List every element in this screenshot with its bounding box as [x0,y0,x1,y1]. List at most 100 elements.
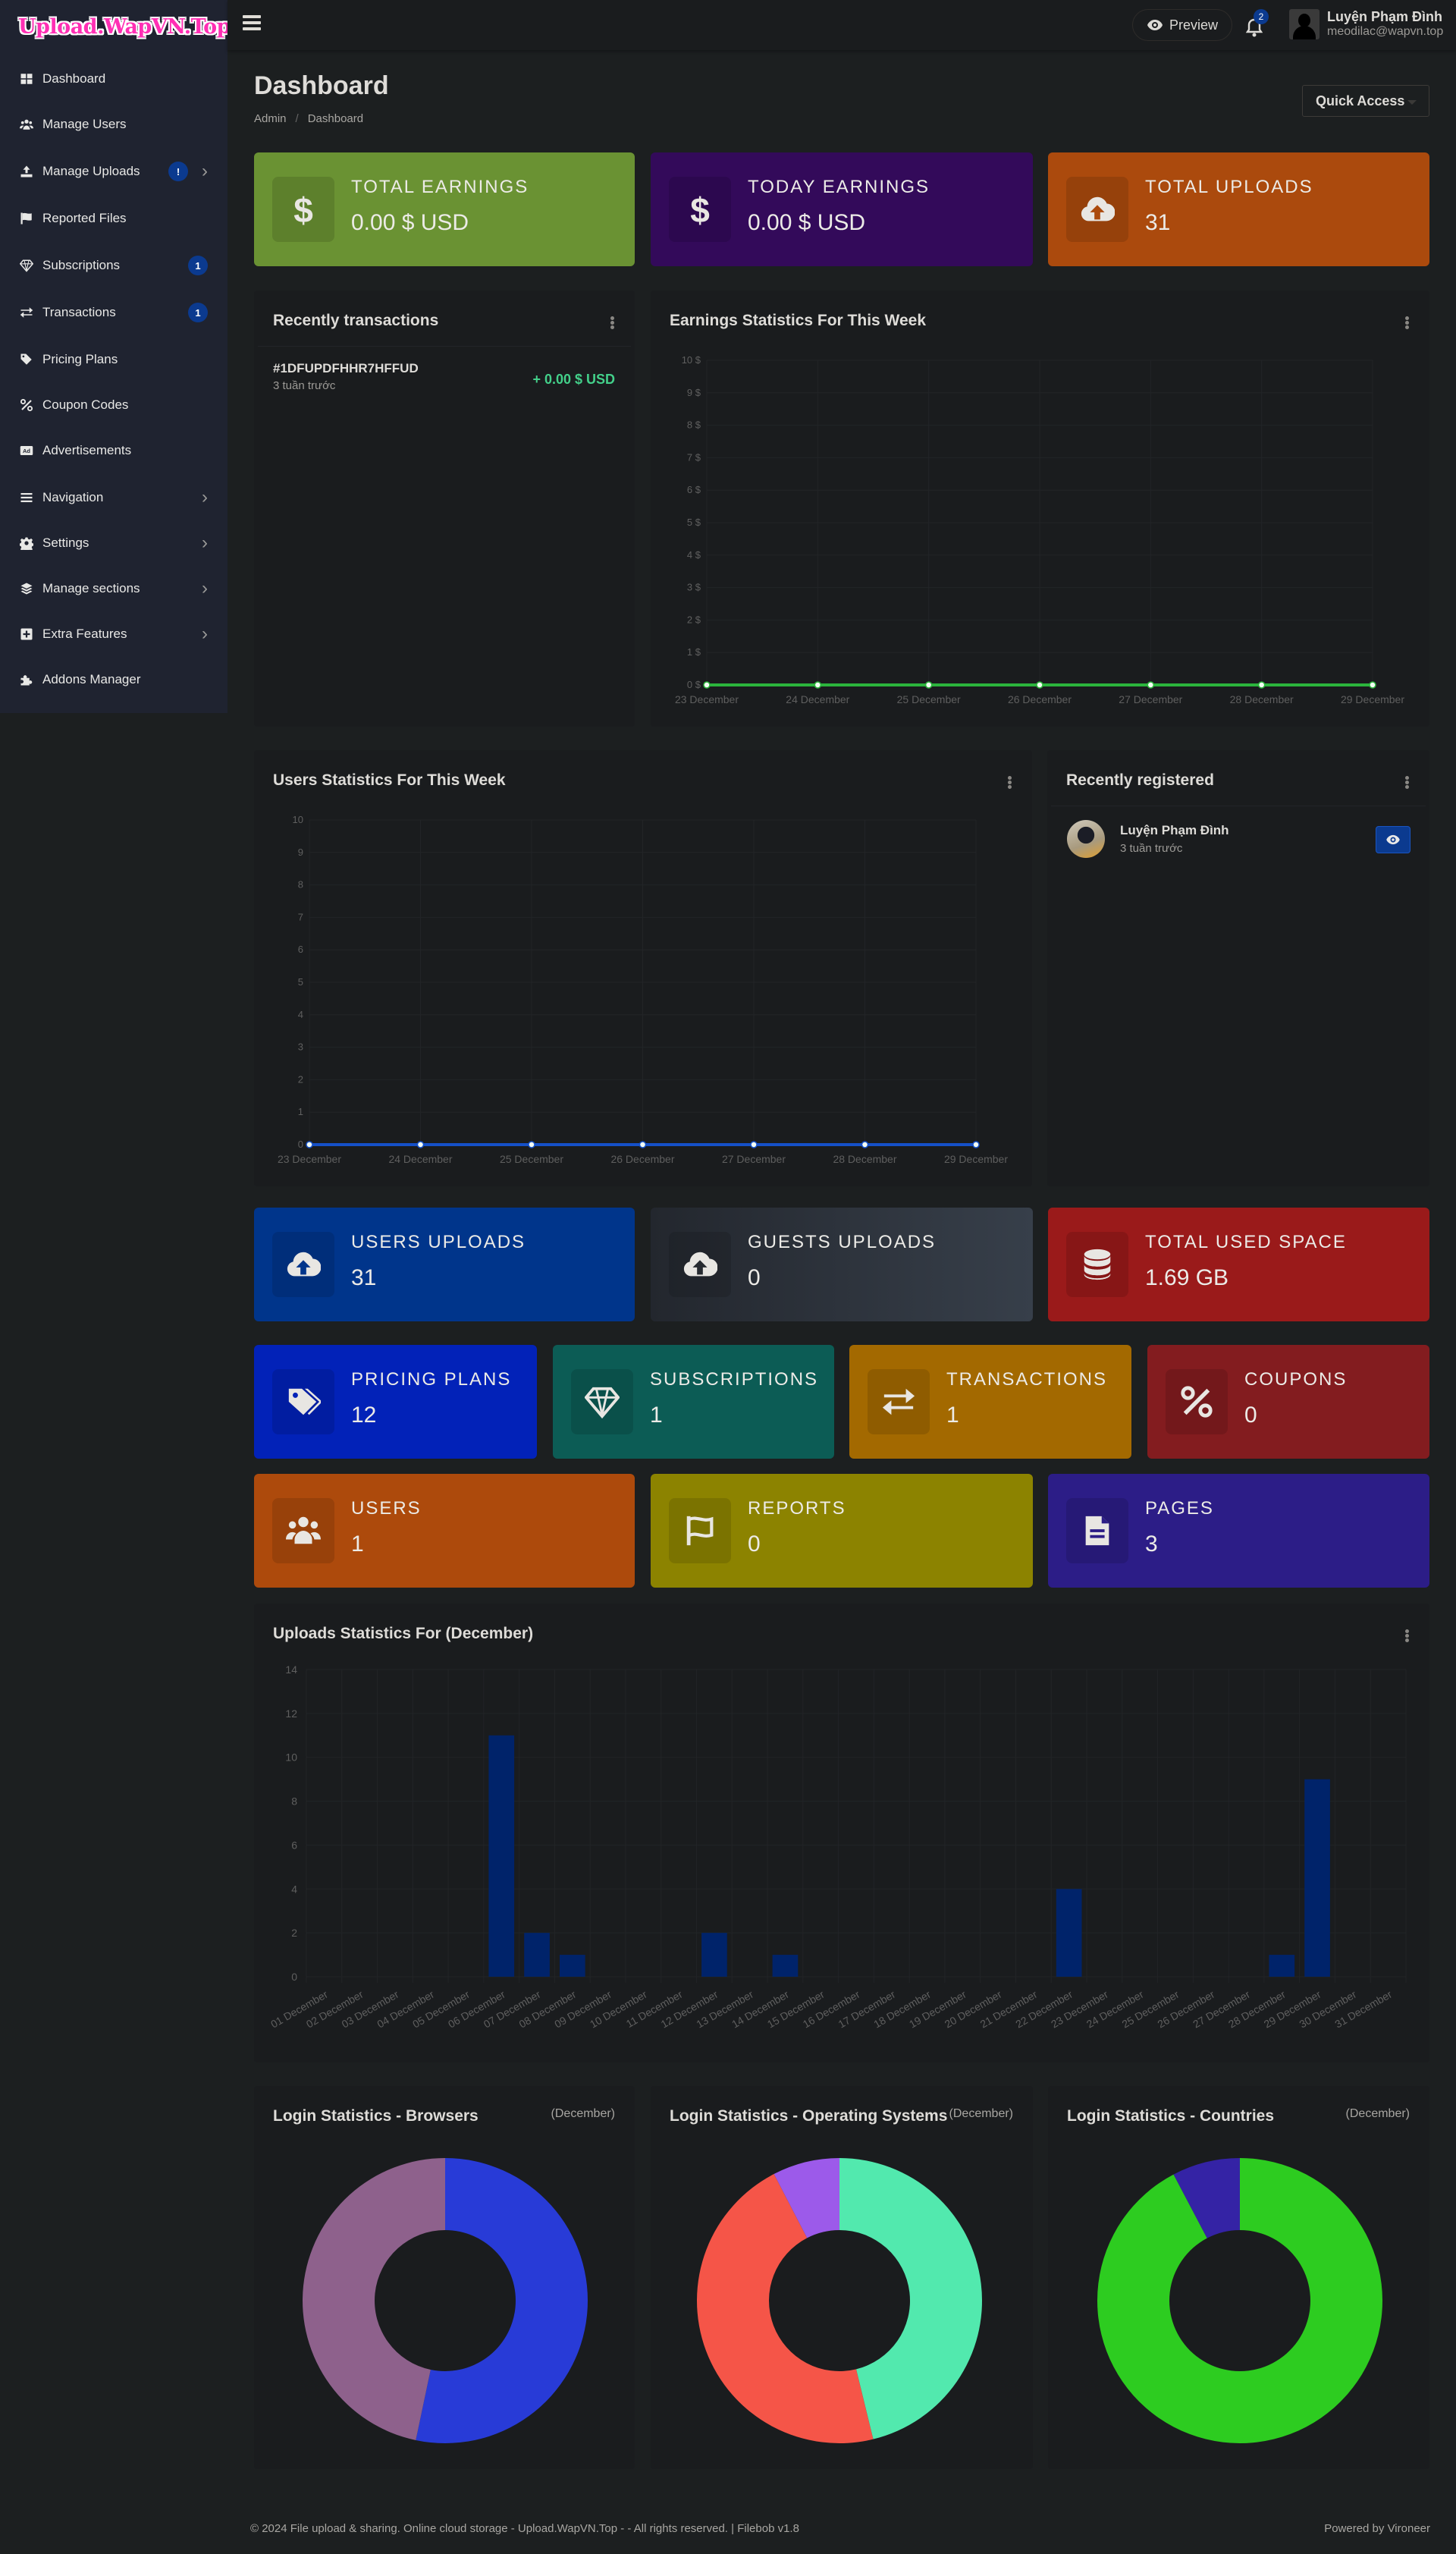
bar[interactable] [1304,1779,1330,1977]
bar[interactable] [488,1735,515,1977]
sidebar-item-manage-users[interactable]: Manage Users [0,102,228,147]
bar[interactable] [1056,1889,1082,1977]
sidebar-item-manage-sections[interactable]: Manage sections › [0,566,228,611]
stat-card-users-uploads[interactable]: USERS UPLOADS 31 [254,1208,635,1321]
quick-access-dropdown[interactable]: Quick Access [1302,85,1429,117]
sidebar-badge: 1 [188,303,208,322]
sidebar-item-transactions[interactable]: Transactions 1 [0,290,228,335]
stat-card-total-used-space[interactable]: TOTAL USED SPACE 1.69 GB [1048,1208,1429,1321]
logo[interactable]: Upload.WapVN.Top [0,0,231,53]
logo-text: Upload.WapVN.Top [18,14,231,39]
sidebar-item-settings[interactable]: Settings › [0,520,228,566]
dollar-icon: $ [272,177,334,242]
sidebar-item-label: Addons Manager [42,672,141,686]
stat-value: 1 [650,1403,663,1428]
stat-label: TOTAL UPLOADS [1145,177,1313,197]
menu-toggle-icon[interactable] [243,15,261,30]
data-point[interactable] [924,681,933,689]
stat-card-total-earnings[interactable]: $ TOTAL EARNINGS 0.00 $ USD [254,152,635,266]
stat-card-subscriptions[interactable]: SUBSCRIPTIONS 1 [553,1345,834,1459]
y-tick-label: 2 [291,1927,297,1939]
data-point[interactable] [528,1141,535,1148]
bar[interactable] [524,1933,550,1977]
stat-value: 31 [351,1265,377,1290]
view-user-button[interactable] [1376,826,1410,853]
data-point[interactable] [1369,681,1376,689]
y-tick-label: 6 $ [687,484,701,495]
data-point[interactable] [861,1141,869,1148]
y-tick-label: 4 [298,1009,303,1020]
sidebar-item-reported-files[interactable]: Reported Files [0,196,228,241]
sidebar-item-subscriptions[interactable]: Subscriptions 1 [0,243,228,288]
bar[interactable] [1269,1955,1295,1977]
sidebar-item-coupon-codes[interactable]: Coupon Codes [0,382,228,428]
donut-slice[interactable] [303,2158,445,2440]
chevron-right-icon: › [202,532,208,553]
footer-powered-by[interactable]: Powered by Vironeer [1324,2522,1430,2535]
transaction-item[interactable]: #1DFUPDFHHR7HFFUD 3 tuần trước + 0.00 $ … [273,361,615,399]
sidebar-item-label: Settings [42,536,89,550]
stat-card-transactions[interactable]: TRANSACTIONS 1 [849,1345,1131,1459]
sidebar-item-extra-features[interactable]: Extra Features › [0,611,228,657]
svg-text:$: $ [690,192,710,227]
stat-value: 12 [351,1403,377,1428]
notifications-button[interactable]: 2 [1246,9,1269,37]
stat-value: 1 [351,1531,364,1557]
exchange-icon [18,306,35,319]
y-tick-label: 7 $ [687,451,701,463]
stat-card-total-uploads[interactable]: TOTAL UPLOADS 31 [1048,152,1429,266]
users-icon [18,118,35,131]
user-menu[interactable]: Luyện Phạm Đình meodilac@wapvn.top [1289,9,1443,39]
stat-label: GUESTS UPLOADS [748,1232,937,1252]
sidebar-item-advertisements[interactable]: Ad Advertisements [0,428,228,473]
sidebar-item-dashboard[interactable]: Dashboard [0,56,228,102]
sidebar-item-addons-manager[interactable]: Addons Manager [0,657,228,702]
preview-button[interactable]: Preview [1132,9,1232,41]
breadcrumb-admin[interactable]: Admin [254,112,287,125]
more-vert-icon[interactable] [1405,776,1410,790]
stat-card-coupons[interactable]: COUPONS 0 [1147,1345,1429,1459]
data-point[interactable] [1257,681,1266,689]
data-point[interactable] [703,681,711,689]
bar[interactable] [559,1955,585,1977]
stat-card-pages[interactable]: PAGES 3 [1048,1474,1429,1588]
flag-outline-icon [669,1498,731,1563]
stat-card-users[interactable]: USERS 1 [254,1474,635,1588]
data-point[interactable] [814,681,822,689]
sidebar-item-manage-uploads[interactable]: Manage Uploads! › [0,149,228,194]
bar[interactable] [701,1933,727,1977]
stat-label: USERS UPLOADS [351,1232,526,1252]
preview-label: Preview [1169,17,1219,33]
sidebar-item-label: Advertisements [42,443,132,457]
data-point[interactable] [750,1141,758,1148]
sidebar-item-label: Subscriptions [42,258,121,272]
x-tick-label: 29 December [1341,693,1404,705]
data-point[interactable] [416,1141,425,1148]
eye-icon [1386,834,1400,845]
stat-card-pricing-plans[interactable]: PRICING PLANS 12 [254,1345,537,1459]
sidebar-item-navigation[interactable]: Navigation › [0,475,228,520]
stat-card-guests-uploads[interactable]: GUESTS UPLOADS 0 [651,1208,1033,1321]
layers-icon [18,582,35,595]
stat-card-reports[interactable]: REPORTS 0 [651,1474,1033,1588]
data-point[interactable] [639,1141,647,1148]
stat-label: TOTAL USED SPACE [1145,1232,1347,1252]
file-icon [1066,1498,1128,1563]
data-point[interactable] [1147,681,1155,689]
chevron-right-icon: › [202,624,208,644]
data-point[interactable] [1036,681,1043,689]
y-tick-label: 10 [285,1751,297,1764]
bar[interactable] [772,1955,799,1977]
tags-icon [18,353,35,366]
registered-user-time: 3 tuần trước [1120,842,1183,855]
data-point[interactable] [306,1141,313,1148]
gem-icon [18,259,35,272]
more-vert-icon[interactable] [610,316,615,330]
y-tick-label: 1 [298,1106,303,1117]
data-point[interactable] [972,1141,980,1148]
sidebar-item-pricing-plans[interactable]: Pricing Plans [0,337,228,382]
user-email: meodilac@wapvn.top [1327,25,1444,38]
stat-card-today-earnings[interactable]: $ TODAY EARNINGS 0.00 $ USD [651,152,1033,266]
uploads-chart-card: Uploads Statistics For (December) 024681… [254,1604,1429,2062]
y-tick-label: 5 $ [687,517,701,528]
